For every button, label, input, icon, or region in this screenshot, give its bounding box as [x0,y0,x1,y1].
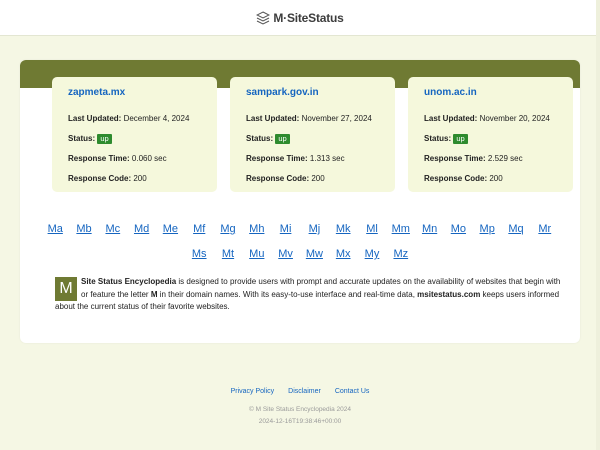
letter-link-mu[interactable]: Mu [242,248,271,260]
site-domain-link[interactable]: sampark.gov.in [246,87,395,98]
last-updated-row: Last Updated: November 27, 2024 [246,114,372,123]
letter-link-mg[interactable]: Mg [214,223,243,235]
last-updated-row: Last Updated: November 20, 2024 [424,114,550,123]
response-code-row: Response Code: 200 [424,174,503,183]
letter-link-mj[interactable]: Mj [300,223,329,235]
letter-link-mk[interactable]: Mk [329,223,358,235]
letter-link-mq[interactable]: Mq [502,223,531,235]
about-letter: M [150,289,158,299]
status-badge: up [97,134,112,144]
letter-link-ml[interactable]: Ml [358,223,387,235]
letter-link-md[interactable]: Md [127,223,156,235]
build-timestamp: 2024-12-16T19:38:46+00:00 [258,418,342,425]
letter-link-mc[interactable]: Mc [98,223,127,235]
letter-link-mt[interactable]: Mt [214,248,243,260]
response-time-row: Response Time: 2.529 sec [424,154,523,163]
about-brand: msitestatus.com [417,289,481,299]
letter-link-mn[interactable]: Mn [415,223,444,235]
site-card-unom: unom.ac.in Last Updated: November 20, 20… [408,77,573,192]
status-badge: up [275,134,290,144]
letter-link-ms[interactable]: Ms [185,248,214,260]
main-card: zapmeta.mx Last Updated: December 4, 202… [20,60,580,343]
site-card-zapmeta: zapmeta.mx Last Updated: December 4, 202… [52,77,217,192]
response-code-row: Response Code: 200 [68,174,147,183]
letter-link-mi[interactable]: Mi [271,223,300,235]
logo-text: M·SiteStatus [273,10,344,25]
status-badge: up [453,134,468,144]
cube-stack-icon [256,10,271,25]
letter-link-mh[interactable]: Mh [242,223,271,235]
about-title: Site Status Encyclopedia [81,277,177,286]
letter-link-mf[interactable]: Mf [185,223,214,235]
about-paragraph: M Site Status Encyclopedia is designed t… [55,277,561,311]
letter-link-me[interactable]: Me [156,223,185,235]
response-code-row: Response Code: 200 [246,174,325,183]
letter-link-mp[interactable]: Mp [473,223,502,235]
letter-nav-row-1: Ma Mb Mc Md Me Mf Mg Mh Mi Mj Mk Ml Mm M… [20,223,580,235]
letter-link-mx[interactable]: Mx [329,248,358,260]
letter-link-mb[interactable]: Mb [70,223,99,235]
copyright-text: © M Site Status Encyclopedia 2024 [249,406,351,413]
disclaimer-link[interactable]: Disclaimer [288,388,321,395]
dropcap-letter: M [55,277,77,301]
site-logo[interactable]: M·SiteStatus [256,10,344,25]
footer-links: Privacy Policy Disclaimer Contact Us [0,388,600,395]
site-domain-link[interactable]: unom.ac.in [424,87,573,98]
site-card-sampark: sampark.gov.in Last Updated: November 27… [230,77,395,192]
letter-link-mw[interactable]: Mw [300,248,329,260]
last-updated-row: Last Updated: December 4, 2024 [68,114,190,123]
letter-link-my[interactable]: My [358,248,387,260]
letter-link-mr[interactable]: Mr [530,223,559,235]
response-time-row: Response Time: 0.060 sec [68,154,167,163]
letter-nav-row-2: Ms Mt Mu Mv Mw Mx My Mz [20,248,580,260]
letter-link-mv[interactable]: Mv [271,248,300,260]
status-row: Status: up [68,133,217,153]
privacy-policy-link[interactable]: Privacy Policy [231,388,275,395]
top-bar: M·SiteStatus [0,0,600,36]
status-row: Status: up [246,133,395,153]
letter-link-mm[interactable]: Mm [386,223,415,235]
response-time-row: Response Time: 1.313 sec [246,154,345,163]
status-row: Status: up [424,133,573,153]
letter-link-ma[interactable]: Ma [41,223,70,235]
contact-us-link[interactable]: Contact Us [335,388,370,395]
letter-link-mz[interactable]: Mz [386,248,415,260]
site-domain-link[interactable]: zapmeta.mx [68,87,217,98]
letter-link-mo[interactable]: Mo [444,223,473,235]
scrollbar[interactable] [596,0,600,450]
